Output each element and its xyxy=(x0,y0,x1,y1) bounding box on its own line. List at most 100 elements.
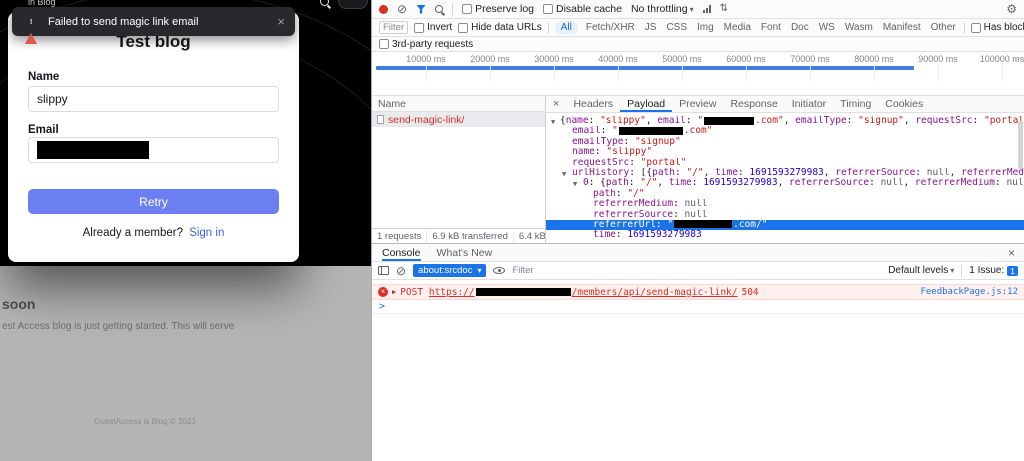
payload-segment: : xyxy=(615,188,628,199)
request-row[interactable]: send-magic-link/ xyxy=(372,112,545,127)
payload-segment: time xyxy=(593,230,616,241)
email-input[interactable] xyxy=(28,137,279,163)
payload-segment: .com" xyxy=(755,116,784,126)
payload-line[interactable]: email: " .com" xyxy=(546,126,1024,136)
clear-console-icon[interactable]: ⊘ xyxy=(396,265,406,277)
console-sidebar-icon[interactable] xyxy=(378,266,389,275)
retry-button[interactable]: Retry xyxy=(28,189,279,214)
filter-chip-manifest[interactable]: Manifest xyxy=(881,21,923,34)
expand-error-icon[interactable]: ▶ xyxy=(392,288,396,296)
timeline-ruler[interactable]: 10000 ms 20000 ms 30000 ms 40000 ms 50000 ms… xyxy=(372,52,1024,96)
detail-tab-preview[interactable]: Preview xyxy=(672,96,723,112)
has-blocked-cookies-checkbox[interactable] xyxy=(970,22,981,33)
issues-counter[interactable]: 1 Issue: 1 xyxy=(969,265,1018,276)
error-url[interactable]: https:// /members/api/send-magic-link/ xyxy=(429,287,738,298)
payload-segment: " xyxy=(667,219,674,230)
network-conditions-icon[interactable] xyxy=(702,5,711,13)
detail-tab-headers[interactable]: Headers xyxy=(566,96,620,112)
detail-tab-timing[interactable]: Timing xyxy=(833,96,878,112)
expand-triangle-icon[interactable]: ▼ xyxy=(573,179,577,188)
expand-triangle-icon[interactable]: ▼ xyxy=(551,117,555,126)
filter-chip-other[interactable]: Other xyxy=(929,21,958,34)
payload-segment: "slippy" xyxy=(600,116,646,126)
clear-icon[interactable]: ⊘ xyxy=(397,3,407,15)
throttling-dropdown[interactable]: No throttling ▾ xyxy=(631,3,694,15)
invert-checkbox[interactable] xyxy=(414,22,425,33)
status-item: 1 requests xyxy=(372,230,428,242)
close-icon[interactable]: × xyxy=(546,98,566,110)
payload-line[interactable]: referrerUrl: " .com/" xyxy=(546,219,1024,231)
filter-funnel-icon[interactable] xyxy=(416,4,427,14)
filter-chip-font[interactable]: Font xyxy=(759,21,783,34)
filter-chip-ws[interactable]: WS xyxy=(817,21,837,34)
filter-chip-doc[interactable]: Doc xyxy=(789,21,811,34)
payload-line[interactable]: ▼ {name: "slippy", email: " .com", emailTy… xyxy=(546,116,1024,126)
disable-cache-toggle[interactable]: Disable cache xyxy=(543,3,622,15)
third-party-toggle[interactable]: 3rd-party requests xyxy=(379,39,473,50)
name-column-header[interactable]: Name xyxy=(372,96,545,112)
preserve-log-checkbox[interactable] xyxy=(462,4,473,14)
payload-segment: , xyxy=(903,178,915,189)
payload-line[interactable]: referrerMedium: null xyxy=(546,199,1024,209)
payload-segment: , xyxy=(823,167,836,178)
filter-chip-css[interactable]: CSS xyxy=(664,21,689,34)
network-search-icon[interactable] xyxy=(435,5,444,13)
hide-data-urls-toggle[interactable]: Hide data URLs xyxy=(458,22,542,33)
live-expression-eye-icon[interactable] xyxy=(493,267,506,274)
payload-line[interactable]: ▼ urlHistory: [{path: "/", time: 16915932… xyxy=(546,168,1024,178)
filter-chip-js[interactable]: JS xyxy=(643,21,659,34)
payload-segment: name xyxy=(565,116,589,126)
filter-chip-fetch-xhr[interactable]: Fetch/XHR xyxy=(584,21,637,34)
console-prompt[interactable]: > xyxy=(372,300,1024,314)
payload-line[interactable]: name: "slippy" xyxy=(546,147,1024,157)
expand-triangle-icon[interactable]: ▼ xyxy=(562,169,566,178)
gear-icon[interactable]: ⚙ xyxy=(1006,3,1017,15)
filter-chip-media[interactable]: Media xyxy=(722,21,753,34)
close-drawer-icon[interactable]: × xyxy=(1008,246,1024,260)
name-input[interactable]: slippy xyxy=(28,86,279,112)
console-error-row[interactable]: ▶ POST https:// /members/api/send-magic-l… xyxy=(372,284,1024,300)
signin-link[interactable]: Sign in xyxy=(189,227,224,239)
network-status-bar: 1 requests6.9 kB transferred6.4 kB resou… xyxy=(372,228,546,243)
scrollbar-thumb[interactable] xyxy=(1018,121,1023,169)
payload-segment: : xyxy=(972,116,984,126)
detail-tab-response[interactable]: Response xyxy=(723,96,784,112)
invert-toggle[interactable]: Invert xyxy=(414,22,452,33)
payload-line[interactable]: emailType: "signup" xyxy=(546,137,1024,147)
payload-line[interactable]: path: "/" xyxy=(546,189,1024,199)
detail-tab-payload[interactable]: Payload xyxy=(620,96,672,112)
detail-tab-cookies[interactable]: Cookies xyxy=(878,96,930,112)
third-party-checkbox[interactable] xyxy=(379,39,389,49)
console-filter-input[interactable]: Filter xyxy=(512,265,533,276)
payload-segment: " xyxy=(697,116,704,126)
context-selector[interactable]: about:srcdoc ▾ xyxy=(413,264,487,277)
error-method: POST xyxy=(400,286,424,298)
toast-close-icon[interactable]: × xyxy=(277,14,285,29)
nav-pill-button[interactable] xyxy=(338,0,368,9)
record-icon[interactable] xyxy=(379,4,388,14)
detail-tab-initiator[interactable]: Initiator xyxy=(785,96,833,112)
import-export-icon[interactable]: ⇅ xyxy=(720,4,728,14)
timeline-tick: 100000 ms xyxy=(979,54,1024,64)
payload-line[interactable]: requestSrc: "portal" xyxy=(546,158,1024,168)
error-source-link[interactable]: FeedbackPage.js:12 xyxy=(920,287,1018,297)
console-tab-bar: Console What's New × xyxy=(372,244,1024,262)
filter-chip-all[interactable]: All xyxy=(554,21,578,34)
filter-chip-wasm[interactable]: Wasm xyxy=(843,21,875,34)
preserve-log-toggle[interactable]: Preserve log xyxy=(462,3,534,15)
tab-whats-new[interactable]: What's New xyxy=(437,244,493,261)
payload-line[interactable]: ▼ 0: {path: "/", time: 1691593279983, ref… xyxy=(546,178,1024,188)
chevron-down-icon: ▾ xyxy=(477,266,482,275)
payload-segment: "/" xyxy=(640,178,658,189)
filter-chip-img[interactable]: Img xyxy=(695,21,716,34)
payload-segment: : xyxy=(615,230,628,241)
hide-data-urls-checkbox[interactable] xyxy=(458,22,469,33)
payload-line[interactable]: referrerSource: null xyxy=(546,210,1024,220)
log-levels-dropdown[interactable]: Default levels ▾ xyxy=(888,265,954,276)
disable-cache-checkbox[interactable] xyxy=(543,4,554,14)
search-icon[interactable] xyxy=(320,0,329,6)
tab-console[interactable]: Console xyxy=(382,244,421,261)
network-filter-input[interactable]: Filter xyxy=(379,21,409,34)
payload-line[interactable]: time: 1691593279983 xyxy=(546,230,1024,240)
has-blocked-cookies-toggle[interactable]: Has blocked cookies xyxy=(970,22,1024,33)
